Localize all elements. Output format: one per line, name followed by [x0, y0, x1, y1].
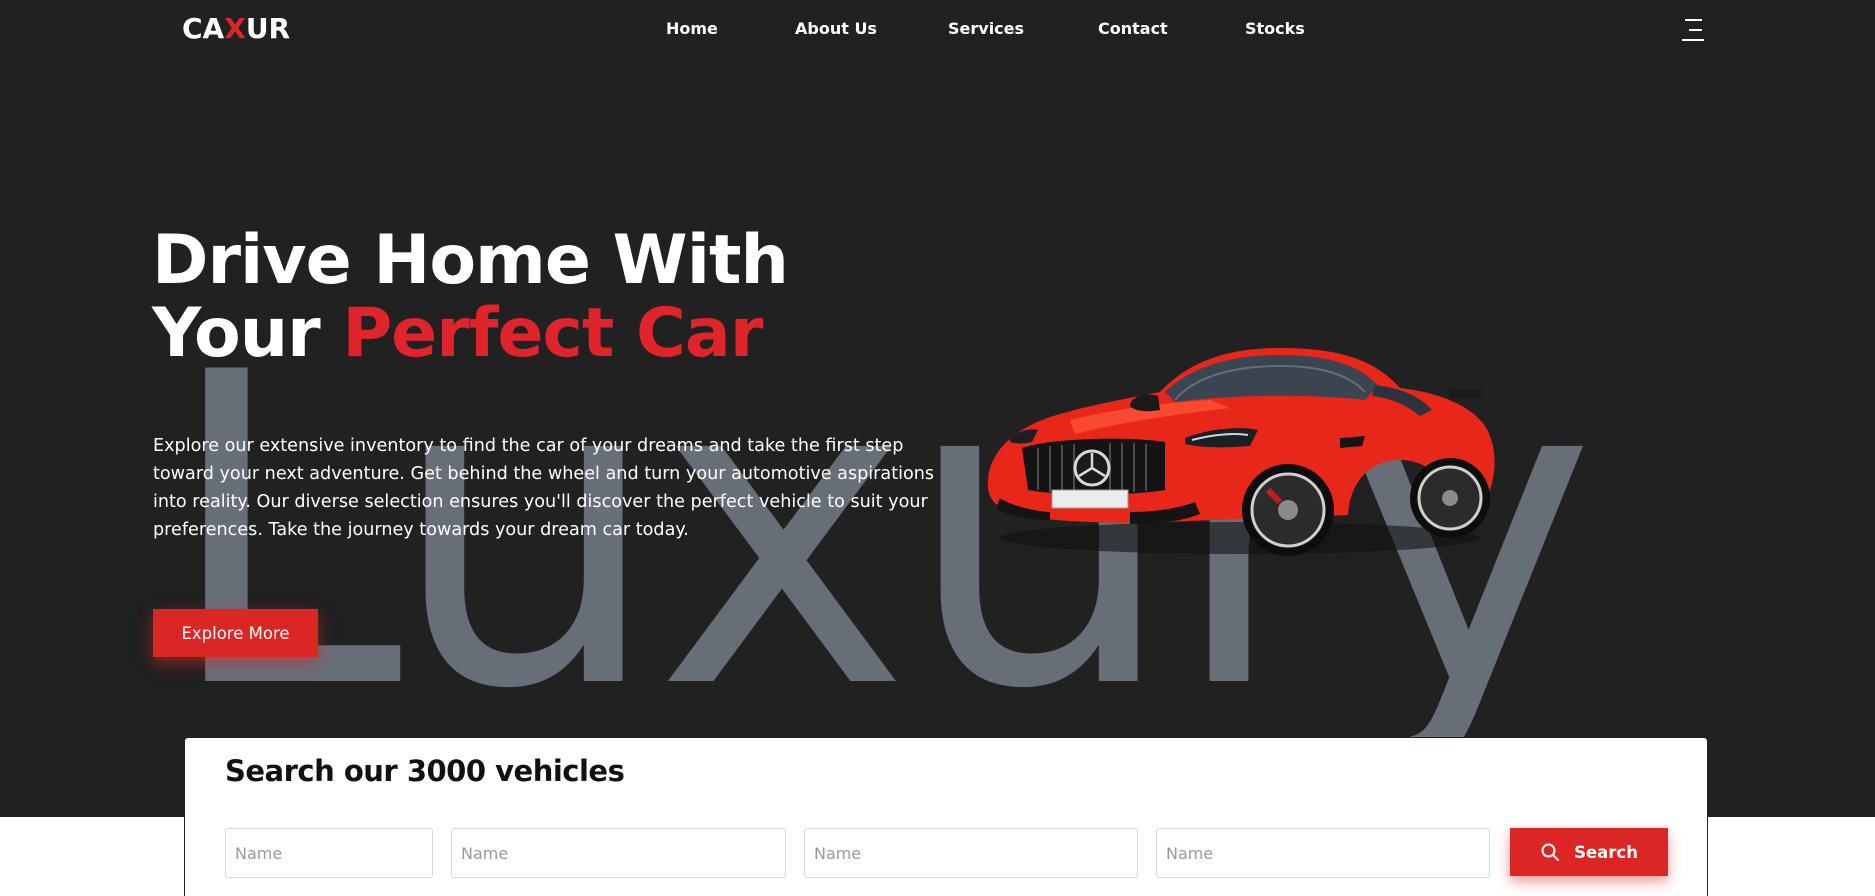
headline-line-2-red: Perfect Car — [342, 294, 763, 373]
hero-headline: Drive Home With Your Perfect Car — [152, 221, 789, 373]
hero-description: Explore our extensive inventory to find … — [153, 436, 935, 540]
hero-section: Luxury CAXUR Home About Us Services Cont… — [0, 0, 1875, 817]
headline-line-2-white: Your — [152, 294, 343, 373]
search-button-label: Search — [1574, 842, 1638, 862]
logo-text-end: UR — [245, 12, 291, 45]
nav-link-stocks[interactable]: Stocks — [1245, 19, 1305, 38]
nav-link-about-us[interactable]: About Us — [795, 19, 877, 38]
red-sports-car-image — [987, 348, 1495, 556]
hamburger-menu-icon[interactable] — [1680, 18, 1706, 42]
headline-line-1: Drive Home With — [152, 221, 789, 300]
search-button[interactable]: Search — [1510, 828, 1668, 876]
nav-link-services[interactable]: Services — [948, 19, 1024, 38]
search-field-4[interactable] — [1156, 828, 1490, 878]
search-title: Search our 3000 vehicles — [225, 754, 625, 788]
search-field-3[interactable] — [804, 828, 1138, 878]
nav-link-home[interactable]: Home — [666, 19, 718, 38]
site-logo[interactable]: CAXUR — [182, 12, 290, 45]
search-field-2[interactable] — [451, 828, 786, 878]
search-field-1[interactable] — [225, 828, 433, 878]
explore-more-button[interactable]: Explore More — [153, 609, 318, 657]
logo-text-start: CA — [182, 12, 225, 45]
vehicle-search-card: Search our 3000 vehicles Search — [184, 737, 1708, 896]
nav-link-contact[interactable]: Contact — [1098, 19, 1168, 38]
search-icon — [1541, 843, 1560, 861]
logo-text-accent: X — [224, 12, 246, 45]
